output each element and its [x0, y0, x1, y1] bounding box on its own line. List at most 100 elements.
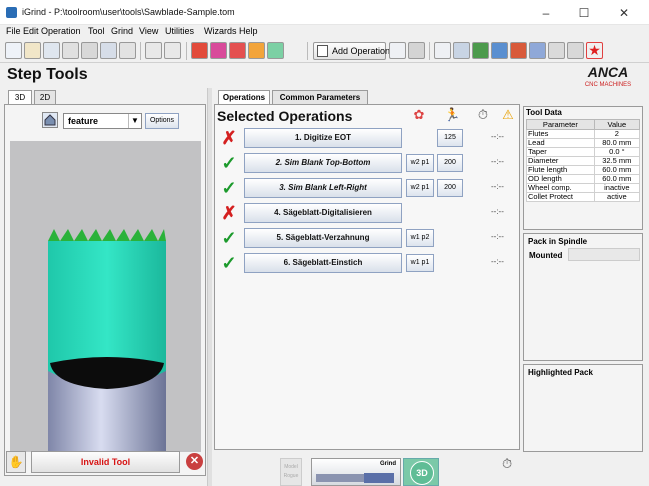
view-3d-button[interactable]: 3D — [403, 458, 439, 486]
menu-tool[interactable]: Tool — [88, 26, 105, 36]
home-icon[interactable] — [42, 112, 58, 128]
feature-select-value: feature — [68, 116, 99, 126]
menu-help[interactable]: Help — [239, 26, 258, 36]
print-icon[interactable] — [100, 42, 117, 59]
menu-file[interactable]: File — [6, 26, 21, 36]
title-bar: iGrind - P:\toolroom\user\tools\Sawblade… — [0, 0, 649, 25]
3d-viewport[interactable] — [10, 141, 201, 452]
operation-button[interactable]: 2. Sim Blank Top-Bottom — [244, 153, 402, 173]
operation-time: --:-- — [491, 157, 504, 166]
end-mill-icon — [316, 473, 394, 483]
redo-icon[interactable] — [164, 42, 181, 59]
menu-view[interactable]: View — [139, 26, 158, 36]
window-title: iGrind - P:\toolroom\user\tools\Sawblade… — [22, 7, 235, 17]
operation-wheel[interactable]: w1 p1 — [406, 254, 434, 272]
operations-panel: Selected Operations ✿ 🏃 ⏱ ⚠ ✗ 1. Digitiz… — [214, 104, 520, 450]
minimize-button[interactable]: – — [536, 5, 556, 21]
favorite-star-icon[interactable]: ★ — [586, 42, 603, 59]
tab-operations[interactable]: Operations — [218, 90, 270, 104]
menu-grind[interactable]: Grind — [111, 26, 133, 36]
new-file-icon[interactable] — [5, 42, 22, 59]
left-panel: 3D 2D feature ▼ Options ✋ Invalid Tool ✕ — [4, 90, 206, 486]
operation-button[interactable]: 6. Sägeblatt-Einstich — [244, 253, 402, 273]
feature-select[interactable]: feature ▼ — [63, 113, 142, 129]
edit-icon[interactable] — [119, 42, 136, 59]
grind-label: Grind — [380, 461, 396, 467]
operation-button[interactable]: 5. Sägeblatt-Verzahnung — [244, 228, 402, 248]
splitter-handle[interactable] — [207, 88, 212, 486]
measure-icon[interactable] — [453, 42, 470, 59]
operation-button[interactable]: 3. Sim Blank Left-Right — [244, 178, 402, 198]
wheel-icon[interactable] — [210, 42, 227, 59]
anca-logo: ANCA CNC MACHINES — [574, 64, 642, 88]
mounted-field[interactable] — [568, 248, 640, 261]
options-button[interactable]: Options — [145, 113, 179, 129]
ok-check-icon: ✓ — [221, 178, 237, 198]
undo-icon[interactable] — [145, 42, 162, 59]
operation-value[interactable]: 200 — [437, 154, 463, 172]
menu-wizards[interactable]: Wizards — [204, 26, 237, 36]
model-view-panel: feature ▼ Options — [4, 104, 206, 476]
app-icon — [6, 7, 17, 18]
highlighted-pack-panel: Highlighted Pack — [523, 364, 643, 452]
axis-icon[interactable] — [529, 42, 546, 59]
tool-icon[interactable] — [62, 42, 79, 59]
tab-2d[interactable]: 2D — [34, 90, 56, 104]
view-3d-icon[interactable] — [267, 42, 284, 59]
grind-button[interactable]: Grind — [311, 458, 401, 486]
stopwatch-icon: ⏱ — [477, 107, 489, 122]
operation-time: --:-- — [491, 257, 504, 266]
close-window-button[interactable]: ✕ — [614, 5, 634, 21]
open-folder-icon[interactable] — [24, 42, 41, 59]
operation-wheel[interactable]: w2 p1 — [406, 179, 434, 197]
export-icon[interactable] — [248, 42, 265, 59]
ok-check-icon: ✓ — [221, 228, 237, 248]
bottom-controls: Model Rogue Grind 3D ⏱ — [214, 452, 520, 486]
report-icon[interactable] — [472, 42, 489, 59]
param-value[interactable]: active — [593, 192, 641, 202]
operation-button[interactable]: 4. Sägeblatt-Digitalisieren — [244, 203, 402, 223]
tool-data-heading: Tool Data — [526, 108, 562, 117]
tab-3d[interactable]: 3D — [8, 90, 32, 104]
fail-x-icon: ✗ — [221, 203, 237, 223]
wheel-pack-icon[interactable] — [510, 42, 527, 59]
invalid-tool-button[interactable]: Invalid Tool — [31, 451, 180, 473]
search-icon[interactable] — [43, 42, 60, 59]
toolbar-separator — [429, 42, 430, 60]
add-operation-button[interactable]: Add Operation — [313, 42, 390, 60]
tab-common-parameters[interactable]: Common Parameters — [272, 90, 368, 104]
menu-bar: File Edit Operation Tool Grind View Util… — [0, 25, 649, 39]
operation-wheel[interactable]: w1 p2 — [406, 229, 434, 247]
operation-value[interactable]: 200 — [437, 179, 463, 197]
disabled-icon — [81, 42, 98, 59]
operation-row: ✓ 5. Sägeblatt-Verzahnung w1 p2 --:-- — [215, 227, 519, 249]
operation-row: ✗ 4. Sägeblatt-Digitalisieren --:-- — [215, 202, 519, 224]
menu-operation[interactable]: Operation — [41, 26, 81, 36]
operation-wheel[interactable]: w2 p1 — [406, 154, 434, 172]
error-x-icon[interactable]: ✕ — [186, 453, 203, 470]
fail-x-icon: ✗ — [221, 128, 237, 148]
add-operation-label: Add Operation — [332, 46, 391, 56]
menu-utilities[interactable]: Utilities — [165, 26, 194, 36]
tool-data-panel: Tool Data Parameter Value Flutes 2 Lead 80… — [523, 106, 643, 230]
menu-edit[interactable]: Edit — [23, 26, 39, 36]
operation-row: ✗ 1. Digitize EOT 125 --:-- — [215, 127, 519, 149]
selected-operations-heading: Selected Operations — [217, 108, 353, 124]
list-icon[interactable] — [389, 42, 406, 59]
document-icon[interactable] — [434, 42, 451, 59]
pack-in-spindle-panel: Pack in Spindle Mounted — [523, 233, 643, 361]
operation-row: ✓ 2. Sim Blank Top-Bottom w2 p1 200 --:-… — [215, 152, 519, 174]
disabled-icon — [567, 42, 584, 59]
simulate-icon[interactable] — [191, 42, 208, 59]
operation-button[interactable]: 1. Digitize EOT — [244, 128, 402, 148]
svg-text:ANCA: ANCA — [587, 64, 628, 80]
hand-icon[interactable]: ✋ — [6, 451, 26, 473]
operation-value[interactable]: 125 — [437, 129, 463, 147]
grind-icon[interactable] — [229, 42, 246, 59]
coolant-icon[interactable] — [491, 42, 508, 59]
stopwatch-icon[interactable]: ⏱ — [502, 456, 512, 472]
maximize-button[interactable]: ☐ — [574, 5, 594, 21]
operation-time: --:-- — [491, 232, 504, 241]
ok-check-icon: ✓ — [221, 153, 237, 173]
delete-icon[interactable] — [408, 42, 425, 59]
